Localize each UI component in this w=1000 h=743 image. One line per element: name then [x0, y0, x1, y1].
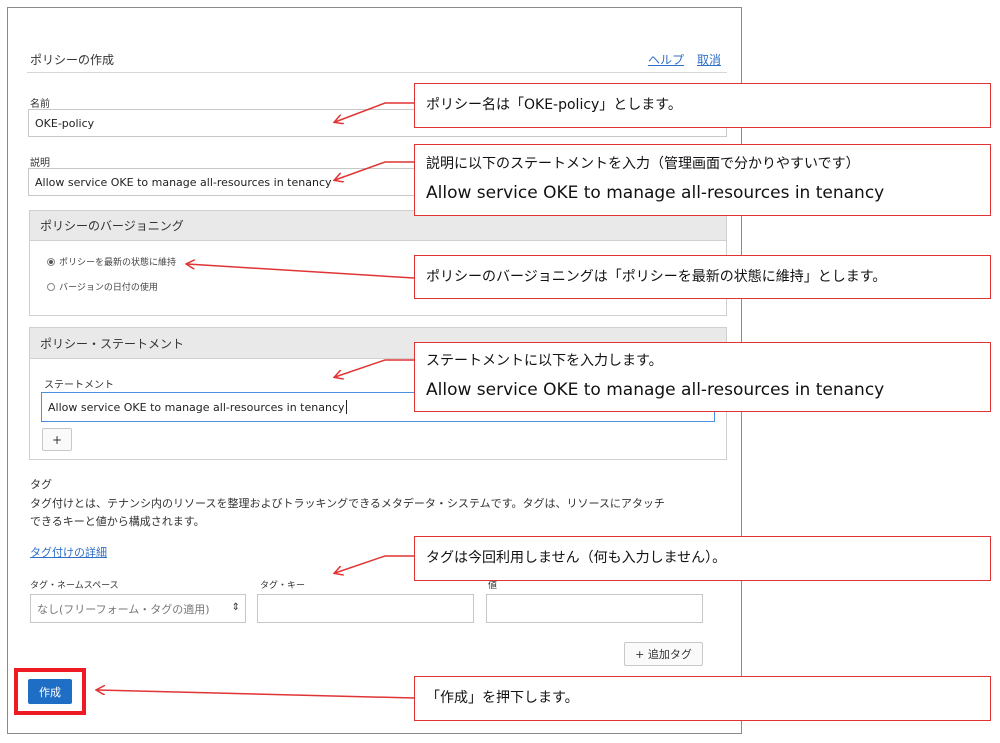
- tag-namespace-select[interactable]: なし(フリーフォーム・タグの適用) ⇕: [30, 594, 246, 623]
- tags-heading: タグ: [30, 478, 52, 491]
- dialog-title: ポリシーの作成: [30, 53, 115, 67]
- add-statement-button[interactable]: +: [42, 428, 72, 451]
- cancel-link[interactable]: 取消: [697, 51, 721, 68]
- callout-tags-text: タグは今回利用しません（何も入力しません）。: [426, 550, 727, 566]
- callout-description-line1: 説明に以下のステートメントを入力（管理画面で分かりやすいです）: [426, 156, 860, 172]
- description-label: 説明: [30, 158, 50, 169]
- statement-label: ステートメント: [44, 380, 114, 391]
- callout-description: 説明に以下のステートメントを入力（管理画面で分かりやすいです） Allow se…: [414, 144, 991, 216]
- callout-tags: タグは今回利用しません（何も入力しません）。: [414, 536, 991, 581]
- callout-name: ポリシー名は「OKE-policy」とします。: [414, 83, 991, 128]
- title-divider: [27, 72, 727, 73]
- tag-value-input[interactable]: [486, 594, 703, 623]
- radio-keep-latest-label: ポリシーを最新の状態に維持: [59, 258, 177, 268]
- callout-statement-line1: ステートメントに以下を入力します。: [426, 353, 663, 369]
- tag-key-label: タグ・キー: [260, 581, 306, 591]
- radio-checked-icon: [47, 257, 55, 266]
- name-input-value: OKE-policy: [35, 116, 95, 130]
- tag-key-input[interactable]: [257, 594, 474, 623]
- callout-create-text: 「作成」を押下します。: [426, 690, 579, 706]
- help-link[interactable]: ヘルプ: [648, 51, 684, 68]
- add-tag-button[interactable]: + 追加タグ: [624, 642, 703, 666]
- callout-create: 「作成」を押下します。: [414, 676, 991, 721]
- callout-versioning-text: ポリシーのバージョニングは「ポリシーを最新の状態に維持」とします。: [426, 269, 887, 285]
- tags-description-line1: タグ付けとは、テナンシ内のリソースを整理およびトラッキングできるメタデータ・シス…: [30, 497, 665, 510]
- create-button[interactable]: 作成: [28, 679, 72, 704]
- callout-statement-line2: Allow service OKE to manage all-resource…: [426, 380, 885, 400]
- radio-use-date[interactable]: バージョンの日付の使用: [47, 280, 158, 293]
- tag-details-link[interactable]: タグ付けの詳細: [30, 544, 107, 560]
- callout-statement: ステートメントに以下を入力します。 Allow service OKE to m…: [414, 342, 991, 412]
- callout-description-line2: Allow service OKE to manage all-resource…: [426, 183, 885, 203]
- tags-description-line2: できるキーと値から構成されます。: [30, 515, 205, 528]
- tag-namespace-label: タグ・ネームスペース: [30, 581, 119, 591]
- statement-input-value: Allow service OKE to manage all-resource…: [48, 400, 345, 414]
- callout-name-text: ポリシー名は「OKE-policy」とします。: [426, 97, 682, 113]
- text-cursor: [345, 400, 347, 414]
- select-updown-icon: ⇕: [231, 602, 240, 613]
- radio-unchecked-icon: [47, 282, 55, 291]
- description-input-value: Allow service OKE to manage all-resource…: [35, 175, 332, 189]
- radio-use-date-label: バージョンの日付の使用: [59, 283, 158, 293]
- callout-versioning: ポリシーのバージョニングは「ポリシーを最新の状態に維持」とします。: [414, 255, 991, 299]
- radio-keep-latest[interactable]: ポリシーを最新の状態に維持: [47, 255, 176, 268]
- tag-namespace-value: なし(フリーフォーム・タグの適用): [37, 602, 210, 616]
- name-label: 名前: [30, 99, 50, 110]
